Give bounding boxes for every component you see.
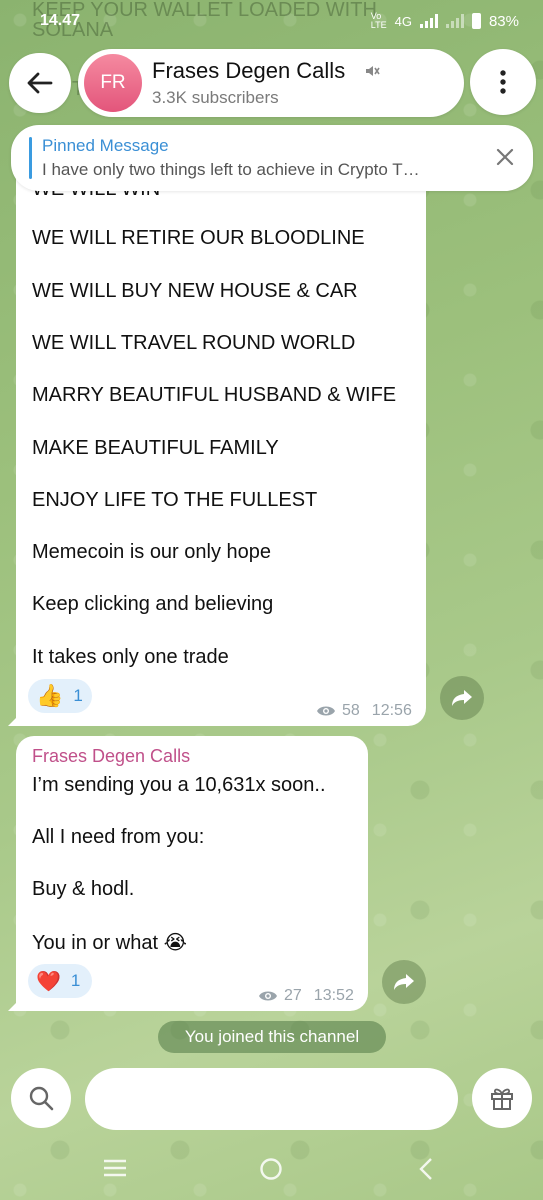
network-type: 4G	[394, 13, 412, 29]
gift-icon	[491, 1088, 513, 1110]
message-line: MARRY BEAUTIFUL HUSBAND & WIFE	[32, 384, 397, 406]
message-line: ENJOY LIFE TO THE FULLEST	[32, 489, 318, 511]
volte-icon: Vo LTE	[370, 11, 387, 30]
signal-icon-secondary	[445, 14, 464, 28]
view-count: 27	[284, 987, 302, 1004]
message-line: WE WILL RETIRE OUR BLOODLINE	[32, 227, 365, 249]
arrow-left-icon	[27, 72, 53, 94]
message-line: WE WILL BUY NEW HOUSE & CAR	[32, 280, 358, 302]
message-meta: 58 12:56	[316, 702, 412, 720]
more-menu-button[interactable]	[470, 49, 536, 115]
muted-icon	[366, 66, 380, 76]
status-time: 14.47	[40, 12, 81, 29]
eye-icon	[259, 991, 277, 1001]
channel-avatar[interactable]: FR	[84, 54, 142, 112]
reaction-count: 1	[73, 686, 83, 705]
search-button[interactable]	[11, 1068, 71, 1128]
pinned-indicator	[29, 137, 32, 179]
message-bubble[interactable]: WE WILL WIN WE WILL RETIRE OUR BLOODLINE…	[16, 160, 426, 726]
home-icon[interactable]	[259, 1157, 283, 1181]
reaction-thumbs-up[interactable]: 👍 1	[28, 679, 92, 713]
message-time: 12:56	[371, 702, 412, 719]
channel-title: Frases Degen Calls	[152, 58, 346, 83]
message-line: MAKE BEAUTIFUL FAMILY	[32, 437, 279, 459]
status-bar: 14.47 Vo LTE 4G 83%	[0, 0, 543, 44]
status-icons: Vo LTE 4G 83%	[371, 12, 519, 30]
sender-name: Frases Degen Calls	[32, 746, 191, 766]
search-icon	[29, 1086, 54, 1111]
back-nav-icon[interactable]	[418, 1157, 434, 1181]
share-arrow-icon	[452, 690, 472, 706]
thumbs-up-icon: 👍	[36, 683, 64, 708]
message-line: Keep clicking and believing	[32, 593, 274, 615]
more-vertical-icon	[500, 70, 506, 94]
message-line: WE WILL TRAVEL ROUND WORLD	[32, 332, 356, 354]
gift-button[interactable]	[472, 1068, 532, 1128]
message-line: All I need from you:	[32, 826, 205, 848]
pinned-title: Pinned Message	[42, 136, 169, 155]
reaction-heart[interactable]: ❤️ 1	[28, 964, 92, 998]
subscriber-count: 3.3K subscribers	[152, 88, 279, 107]
eye-icon	[317, 706, 335, 716]
close-icon[interactable]	[495, 147, 515, 167]
message-input[interactable]	[85, 1068, 458, 1130]
view-count: 58	[342, 702, 360, 719]
battery-level: 83%	[488, 12, 519, 30]
message-line: You in or what 😭	[32, 932, 187, 954]
forward-button[interactable]	[440, 676, 484, 720]
share-arrow-icon	[394, 974, 414, 990]
battery-icon	[471, 13, 481, 29]
back-button[interactable]	[9, 53, 71, 113]
heart-icon: ❤️	[36, 970, 61, 993]
system-navigation-bar	[0, 1145, 543, 1200]
message-meta: 27 13:52	[258, 987, 354, 1005]
pinned-message-bar[interactable]: Pinned Message I have only two things le…	[11, 125, 533, 191]
message-line: It takes only one trade	[32, 646, 229, 668]
channel-header[interactable]: FR Frases Degen Calls 3.3K subscribers	[78, 49, 464, 117]
signal-icon	[419, 14, 438, 28]
service-message: You joined this channel	[158, 1021, 386, 1053]
message-line: Buy & hodl.	[32, 878, 135, 900]
message-time: 13:52	[313, 987, 354, 1004]
reaction-count: 1	[70, 971, 81, 990]
message-line: I’m sending you a 10,631x soon..	[32, 774, 326, 796]
recent-apps-icon[interactable]	[102, 1157, 128, 1179]
forward-button[interactable]	[382, 960, 426, 1004]
message-bubble[interactable]: Frases Degen Calls I’m sending you a 10,…	[16, 736, 368, 1011]
message-line: Memecoin is our only hope	[32, 541, 272, 563]
pinned-text: I have only two things left to achieve i…	[42, 160, 420, 179]
